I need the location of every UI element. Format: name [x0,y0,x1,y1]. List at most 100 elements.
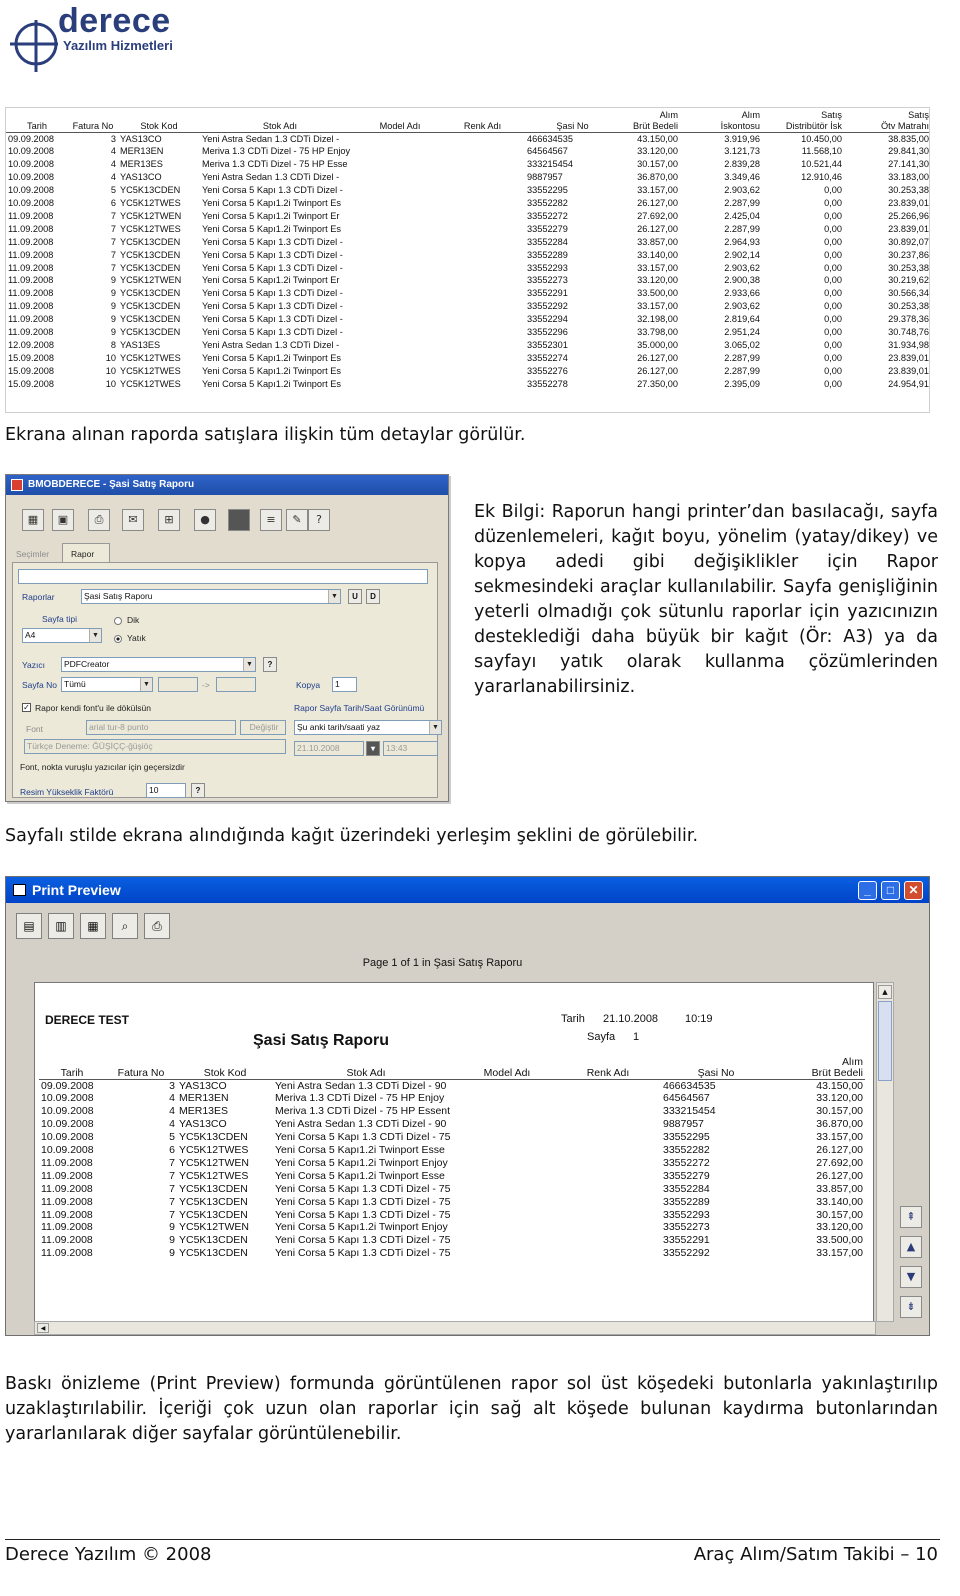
table-cell [360,197,440,210]
report-screenshot: Tarih Fatura No Stok Kod Stok Adı Model Adı R… [5,107,930,413]
footer-left: Derece Yazılım © 2008 [5,1544,212,1565]
yazici-select[interactable]: PDFCreator ▼ [61,657,256,672]
raporlar-select[interactable]: Şasi Satış Raporu ▼ [81,589,341,604]
prev-page-button[interactable]: ▲ [900,1236,922,1258]
excel-icon[interactable]: ⊞ [158,509,180,531]
table-row: 10.09.2008 6 YC5K12TWES Yeni Corsa 5 Kapı1.… [6,197,929,210]
aside-note: Ek Bilgi: Raporun hangi printer’dan bası… [474,502,938,697]
table-cell: 33552272 [663,1156,710,1169]
table-cell: 38.835,00 [888,133,929,144]
table-cell: 0,00 [824,185,842,196]
d-button[interactable]: D [366,589,380,604]
table-cell [440,365,525,378]
top-field[interactable] [18,569,428,584]
table-cell [440,223,525,236]
tab-rapor[interactable]: Rapor [62,543,110,563]
tab-secimler[interactable]: Seçimler [16,549,49,559]
grid-icon[interactable] [228,509,250,531]
table-row: 11.09.2008 7 YC5K12TWES Yeni Corsa 5 Kapı1.… [6,223,929,236]
print-icon[interactable]: ⎙ [144,913,170,939]
table-cell: Yeni Corsa 5 Kapı 1.3 CDTi Dizel - 75 [275,1182,451,1195]
table-cell: 0,00 [824,314,842,325]
table-cell: 11.09.2008 [8,249,54,260]
table-cell: 0,00 [824,236,842,247]
table-cell [459,1196,555,1209]
table-cell: 10.521,44 [801,159,842,170]
table-cell [459,1183,555,1196]
resim-help-button[interactable]: ? [191,783,205,798]
table-cell: 0,00 [824,249,842,260]
scroll-left-icon[interactable]: ◀ [37,1323,49,1333]
last-page-button[interactable]: ⇟ [900,1296,922,1318]
report-table: Tarih Fatura No Stok Kod Stok Adı Model Adı R… [6,108,929,391]
next-page-button[interactable]: ▼ [900,1266,922,1288]
table-cell: Yeni Astra Sedan 1.3 CDTi Dizel - 90 [275,1118,447,1131]
table-cell [459,1092,555,1105]
column-header: Satış Ötv Matrahı [844,108,929,133]
table-cell: 33.157,00 [637,262,678,273]
table-cell: 10 [105,352,116,363]
maximize-button[interactable]: □ [881,881,900,900]
two-page-icon[interactable]: ▥ [48,913,74,939]
u-button[interactable]: U [348,589,362,604]
table-cell: 33552301 [527,340,568,350]
table-cell: YC5K12TWEN [179,1156,250,1169]
table-cell: Yeni Astra Sedan 1.3 CDTi Dizel - [202,340,340,350]
calendar-icon[interactable]: ▾ [366,741,380,756]
tarih-label: Tarih [561,1013,585,1025]
zoom-icon[interactable]: ⌕ [112,913,138,939]
font-checkbox[interactable]: ✓ [22,703,31,712]
caption-preview: Sayfalı stilde ekrana alındığında kağıt … [5,826,699,846]
table-cell: 33.157,00 [816,1131,863,1144]
tab-rapor-label: Rapor [71,549,95,559]
table-cell: YC5K13CDEN [179,1195,248,1208]
table-cell: MER13ES [179,1105,229,1118]
yazici-help-button[interactable]: ? [263,657,277,672]
list-icon[interactable]: ≡ [260,509,282,531]
preview-report-title: Şasi Satış Raporu [253,1032,390,1049]
export-icon[interactable]: ✉ [122,509,144,531]
multi-page-icon[interactable]: ▦ [80,913,106,939]
yatik-radio[interactable] [114,635,122,643]
vertical-scrollbar[interactable]: ▲ [876,982,894,1322]
table-row: 10.09.2008 4 MER13EN Meriva 1.3 CDTi Dizel … [39,1092,865,1105]
table-cell: Yeni Corsa 5 Kapı 1.3 CDTi Dizel - [202,262,343,273]
first-page-button[interactable]: ⇞ [900,1206,922,1228]
resim-field[interactable]: 10 [146,783,186,798]
table-cell [440,132,525,145]
one-page-icon[interactable]: ▤ [16,913,42,939]
sayfa-tipi-select[interactable]: A4 ▼ [22,628,102,643]
column-header: Stok Adı [200,108,360,133]
close-button[interactable]: ✕ [904,881,923,900]
table-cell: Yeni Corsa 5 Kapı 1.3 CDTi Dizel - [202,314,343,325]
table-cell: 10.09.2008 [41,1131,94,1144]
table-cell: 33552272 [527,210,568,221]
table-cell: 33.157,00 [637,185,678,196]
dik-radio[interactable] [114,617,122,625]
print-icon[interactable]: ⎙ [88,509,110,531]
open-icon[interactable]: ▦ [22,509,44,531]
sayfa-no-select[interactable]: Tümü ▼ [61,677,153,692]
sayfa-to-field[interactable] [216,677,256,692]
info-icon[interactable]: ● [194,509,216,531]
minimize-button[interactable]: _ [858,881,877,900]
tarih-select[interactable]: Şu anki tarih/saati yaz ▼ [294,720,442,735]
kopya-field[interactable]: 1 [332,677,357,692]
table-cell: Yeni Corsa 5 Kapı 1.3 CDTi Dizel - 75 [275,1208,451,1221]
horizontal-scrollbar[interactable]: ◀ [34,1321,876,1335]
time-value: 10:19 [685,1013,713,1025]
table-cell: 466634535 [527,133,573,144]
column-header: Model Adı [459,1055,555,1080]
table-row: 10.09.2008 5 YC5K13CDEN Yeni Corsa 5 Kapı 1… [6,184,929,197]
scroll-up-icon[interactable]: ▲ [878,985,892,999]
sayfa-from-field[interactable] [158,677,198,692]
table-cell: Yeni Corsa 5 Kapı1.2i Twinport Esse [275,1169,445,1182]
help-icon[interactable]: ? [308,509,330,531]
table-row: 11.09.2008 7 YC5K13CDEN Yeni Corsa 5 Kapı 1… [39,1183,865,1196]
table-cell: 33552284 [663,1182,710,1195]
folder-icon[interactable]: ▣ [52,509,74,531]
scroll-thumb[interactable] [878,1001,892,1081]
table-cell: 36.870,00 [816,1118,863,1131]
pen-icon[interactable]: ✎ [286,509,308,531]
table-cell [440,378,525,391]
